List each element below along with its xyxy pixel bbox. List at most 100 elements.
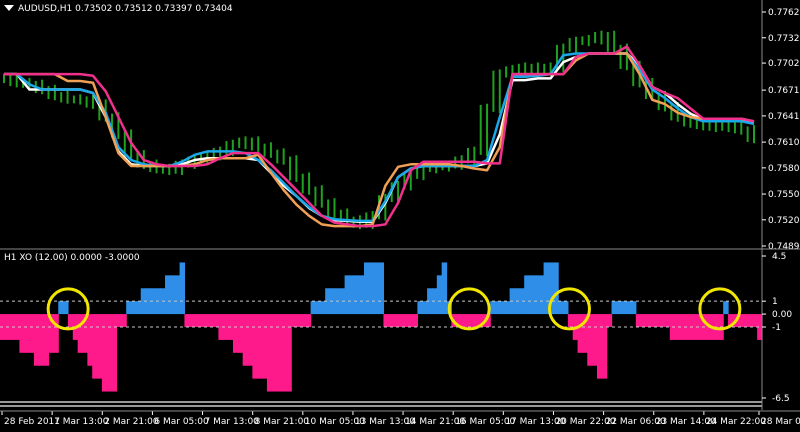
histogram-bar xyxy=(592,314,598,366)
histogram-bar xyxy=(495,301,501,315)
symbol-label: AUDUSD,H1 xyxy=(18,4,73,14)
histogram-bar xyxy=(344,275,351,315)
histogram-bar xyxy=(63,301,69,315)
price-tick-label: 0.74898 xyxy=(768,242,800,252)
histogram-bar xyxy=(87,314,93,366)
chart-canvas[interactable]: 0.77623 0.77323 0.77028 0.76713 0.76413 0.761… xyxy=(0,0,800,432)
indicator-title: H1 XO (12.00) 0.0000 -3.0000 xyxy=(4,253,140,263)
histogram-bar xyxy=(664,314,671,327)
histogram-bar xyxy=(742,314,749,327)
ohlc-label: 0.73502 0.73512 0.73397 0.73404 xyxy=(75,4,233,14)
histogram-bar xyxy=(441,262,448,315)
histogram-bar xyxy=(626,301,632,315)
histogram-bar xyxy=(252,314,258,379)
histogram-bar xyxy=(38,314,45,366)
histogram-bar xyxy=(465,314,472,327)
histogram-bar xyxy=(461,314,467,327)
histogram-bar xyxy=(262,314,268,379)
histogram-bar xyxy=(402,314,409,327)
histogram-bar xyxy=(101,314,108,392)
histogram-bar xyxy=(208,314,215,327)
histogram-bar xyxy=(121,314,127,327)
histogram-bar xyxy=(378,262,385,315)
histogram-bar xyxy=(29,314,35,353)
time-tick-label: 7 Mar 13:00 xyxy=(205,417,260,427)
histogram-bar xyxy=(291,314,297,327)
chart-menu-icon[interactable] xyxy=(4,5,14,11)
histogram-bar xyxy=(276,314,283,392)
histogram-bar xyxy=(310,301,317,315)
price-tick-label: 0.76108 xyxy=(768,138,800,148)
histogram-bar xyxy=(397,314,404,327)
histogram-bar xyxy=(271,314,278,392)
histogram-bar xyxy=(645,314,651,327)
histogram-bar xyxy=(747,314,753,327)
histogram-bar xyxy=(533,275,540,315)
indicator-tick-label: 1 xyxy=(772,297,778,307)
histogram-bar xyxy=(257,314,263,379)
histogram-bar xyxy=(412,314,418,327)
histogram-bar xyxy=(359,275,365,315)
histogram-bar xyxy=(650,314,656,327)
histogram-bar xyxy=(373,262,380,315)
histogram-bar xyxy=(383,314,389,327)
histogram-bar xyxy=(281,314,287,392)
histogram-bar xyxy=(538,275,545,315)
time-tick-label: 24 Mar 22:00 xyxy=(706,417,766,427)
histogram-bar xyxy=(563,301,569,315)
histogram-bar xyxy=(470,314,477,327)
histogram-bar xyxy=(436,275,443,315)
time-tick-label: 2 Mar 21:00 xyxy=(104,417,159,427)
histogram-bar xyxy=(116,314,122,327)
histogram-bar xyxy=(97,314,103,379)
histogram-bar xyxy=(422,301,428,315)
histogram-bar xyxy=(635,314,642,327)
histogram-bar xyxy=(354,275,360,315)
histogram-bar xyxy=(655,314,661,327)
histogram-bar xyxy=(393,314,399,327)
histogram-bar xyxy=(368,262,375,315)
histogram-bar xyxy=(417,301,423,315)
histogram-bar xyxy=(24,314,30,353)
histogram-bar xyxy=(53,314,59,353)
histogram-bar xyxy=(266,314,273,392)
histogram-bar xyxy=(388,314,394,327)
histogram-bar xyxy=(315,301,321,315)
price-tick-label: 0.77028 xyxy=(768,59,800,69)
histogram-bar xyxy=(247,314,253,366)
price-tick-label: 0.75808 xyxy=(768,164,800,174)
time-tick-label: 8 Mar 21:00 xyxy=(255,417,310,427)
histogram-bar xyxy=(189,314,195,327)
histogram-bar xyxy=(165,275,171,315)
price-tick-label: 0.76413 xyxy=(768,112,800,122)
indicator-tick-label: 4.5 xyxy=(772,252,786,262)
histogram-bar xyxy=(232,314,239,353)
histogram-bar xyxy=(499,301,506,315)
histogram-bar xyxy=(194,314,200,327)
histogram-bar xyxy=(558,301,564,315)
histogram-bar xyxy=(567,314,574,327)
histogram-bar xyxy=(135,301,142,315)
histogram-bar xyxy=(126,301,132,315)
histogram-bar xyxy=(198,314,205,327)
histogram-bar xyxy=(179,262,186,315)
time-tick-label: 1 Mar 13:00 xyxy=(54,417,109,427)
symbol-header: AUDUSD,H1 0.73502 0.73512 0.73397 0.7340… xyxy=(18,4,233,14)
histogram-bar xyxy=(621,301,627,315)
histogram-bar xyxy=(286,314,292,392)
price-tick-label: 0.76713 xyxy=(768,86,800,96)
histogram-bar xyxy=(660,314,666,327)
price-tick-label: 0.77623 xyxy=(768,8,800,18)
histogram-bar xyxy=(504,301,511,315)
histogram-bar xyxy=(320,301,326,315)
histogram-bar xyxy=(296,314,302,327)
histogram-bar xyxy=(606,314,613,327)
histogram-bar xyxy=(213,314,219,327)
histogram-bar xyxy=(587,314,593,366)
histogram-bar xyxy=(630,301,637,315)
histogram-bar xyxy=(407,314,414,327)
histogram-bar xyxy=(490,301,496,315)
histogram-bar xyxy=(67,314,74,327)
histogram-bar xyxy=(577,314,584,353)
histogram-bar xyxy=(305,314,312,327)
